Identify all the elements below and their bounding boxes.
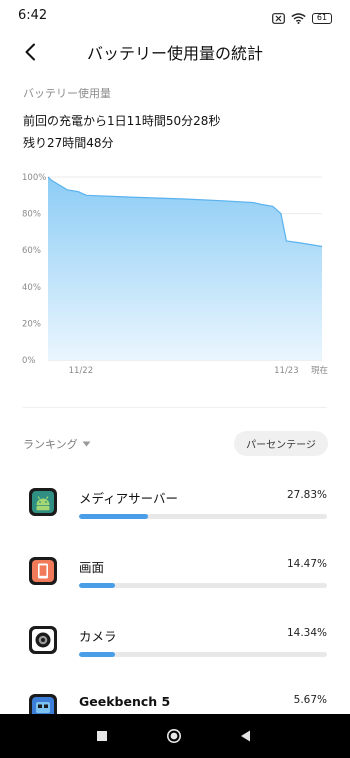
back-icon[interactable] xyxy=(238,728,254,744)
y-tick-label: 100% xyxy=(22,173,46,183)
chart-area xyxy=(48,177,322,360)
wifi-icon xyxy=(291,9,306,28)
app-row-camera[interactable]: カメラ 14.34% xyxy=(0,620,350,680)
usage-bar-track xyxy=(79,652,327,657)
header: バッテリー使用量の統計 xyxy=(0,30,350,74)
app-row-screen[interactable]: 画面 14.47% xyxy=(0,551,350,611)
percentage-toggle-button[interactable]: パーセンテージ xyxy=(234,431,328,456)
status-icons: 61 xyxy=(272,9,332,28)
usage-bar-track xyxy=(79,583,327,588)
app-name: Geekbench 5 xyxy=(79,694,171,709)
chart-svg: 100% 80% 60% 40% 20% 0% 11/22 11/23 現在 xyxy=(22,173,328,376)
usage-bar-fill xyxy=(79,583,115,588)
status-time: 6:42 xyxy=(18,8,48,23)
app-percent: 5.67% xyxy=(293,694,327,706)
home-icon[interactable] xyxy=(166,728,182,744)
y-tick-label: 0% xyxy=(22,356,36,366)
usage-bar-fill xyxy=(79,652,115,657)
system-nav-bar xyxy=(0,714,350,758)
battery-usage-chart[interactable]: 100% 80% 60% 40% 20% 0% 11/22 11/23 現在 xyxy=(0,160,350,380)
x-tick-label: 11/23 xyxy=(274,366,299,376)
ranking-dropdown[interactable]: ランキング xyxy=(23,436,91,452)
y-tick-label: 60% xyxy=(22,246,41,256)
y-tick-label: 40% xyxy=(22,283,41,293)
section-label: バッテリー使用量 xyxy=(23,87,111,100)
app-percent: 14.34% xyxy=(286,627,327,639)
notification-x-icon xyxy=(272,9,285,28)
app-name: メディアサーバー xyxy=(79,491,179,506)
since-charge-text: 前回の充電から1日11時間50分28秒 xyxy=(23,114,221,128)
app-row-media-server[interactable]: メディアサーバー 27.83% xyxy=(0,482,350,542)
android-media-server-icon xyxy=(26,485,60,519)
app-name: カメラ xyxy=(79,629,117,644)
app-percent: 27.83% xyxy=(286,489,327,501)
camera-icon xyxy=(26,623,60,657)
screen-icon xyxy=(26,554,60,588)
usage-bar-track xyxy=(79,514,327,519)
recents-icon[interactable] xyxy=(94,728,110,744)
y-tick-label: 80% xyxy=(22,210,41,220)
y-tick-label: 20% xyxy=(22,319,41,329)
chevron-down-icon xyxy=(82,441,91,447)
usage-bar-fill xyxy=(79,514,149,519)
x-tick-label: 現在 xyxy=(311,365,328,376)
x-tick-label: 11/22 xyxy=(69,366,94,376)
app-name: 画面 xyxy=(79,560,105,575)
ranking-label: ランキング xyxy=(23,438,78,451)
page-title: バッテリー使用量の統計 xyxy=(86,44,263,63)
app-percent: 14.47% xyxy=(286,558,327,570)
remaining-time-text: 残り27時間48分 xyxy=(23,136,114,150)
status-bar: 6:42 61 xyxy=(0,0,350,30)
battery-icon: 61 xyxy=(312,13,332,24)
divider xyxy=(23,407,327,408)
